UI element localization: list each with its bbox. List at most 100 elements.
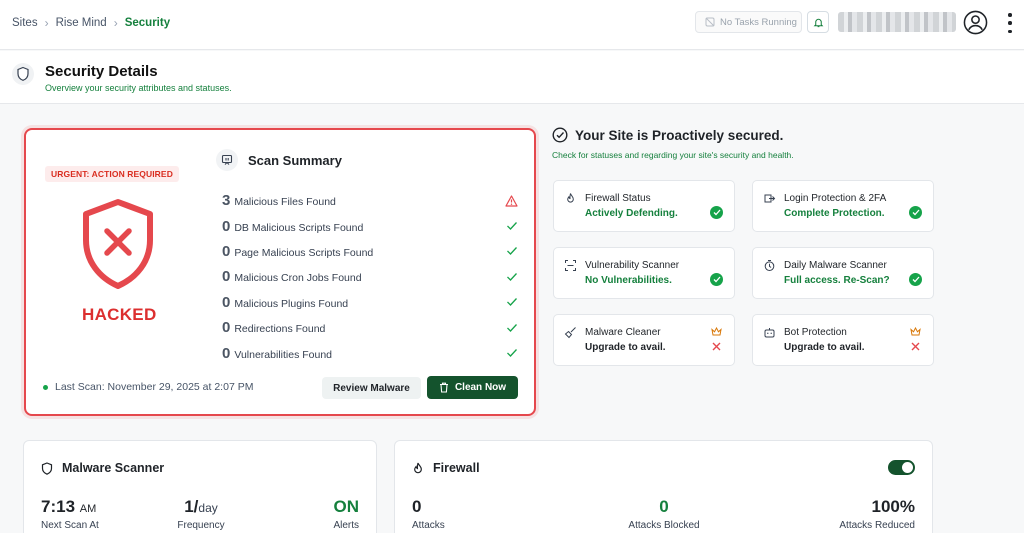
x-icon	[712, 342, 721, 351]
check-icon	[507, 247, 517, 256]
finding-label: Vulnerabilities Found	[234, 348, 333, 361]
finding-label: Malicious Cron Jobs Found	[234, 272, 362, 285]
login-icon	[764, 194, 776, 203]
tile-status: Upgrade to avail.	[784, 342, 865, 353]
tile-status: Complete Protection.	[784, 208, 885, 219]
user-avatar-icon[interactable]	[963, 10, 988, 35]
check-icon	[507, 272, 517, 281]
hacked-status: HACKED	[82, 305, 157, 324]
frequency-stat: 1/day Frequency	[174, 497, 228, 531]
findings-list: 3 Malicious Files Found 0 DB Malicious Scr…	[222, 188, 518, 366]
next-scan-ampm: AM	[79, 503, 97, 515]
status-ok-icon	[710, 273, 723, 286]
firewall-toggle[interactable]	[888, 460, 915, 475]
warning-icon	[505, 195, 518, 207]
notifications-button[interactable]	[807, 11, 829, 33]
broom-icon	[564, 327, 576, 339]
finding-count: 0	[222, 344, 231, 362]
check-icon	[507, 323, 517, 332]
firewall-header: Firewall	[412, 461, 480, 475]
check-icon	[507, 349, 517, 357]
tile-title: Login Protection & 2FA	[784, 193, 887, 204]
breadcrumb-current: Security	[124, 17, 171, 29]
tasks-label: No Tasks Running	[720, 16, 797, 28]
attacks-label: Attacks	[412, 520, 445, 531]
tile-title: Vulnerability Scanner	[585, 260, 680, 271]
finding-page-scripts: 0 Page Malicious Scripts Found	[222, 239, 518, 264]
malware-scanner-header: Malware Scanner	[41, 461, 164, 475]
finding-count: 0	[222, 268, 231, 286]
finding-label: DB Malicious Scripts Found	[234, 221, 364, 234]
breadcrumb-sites[interactable]: Sites	[12, 17, 38, 29]
clean-now-button[interactable]: Clean Now	[427, 376, 518, 399]
shield-icon	[41, 461, 53, 475]
malware-scanner-card: Malware Scanner 7:13 AM Next Scan At 1/d…	[23, 440, 377, 533]
proactive-title: Your Site is Proactively secured.	[575, 127, 784, 143]
attacks-blocked-value: 0	[659, 497, 669, 516]
tasks-icon	[705, 17, 715, 27]
finding-label: Page Malicious Scripts Found	[234, 246, 374, 259]
scan-icon	[565, 260, 576, 271]
hacked-shield-icon	[83, 199, 153, 289]
tile-vulnerability-scanner[interactable]: Vulnerability Scanner No Vulnerabilities…	[553, 247, 735, 299]
tile-status: Upgrade to avail.	[585, 342, 666, 353]
chevron-right-icon: ›	[44, 16, 49, 30]
summary-icon	[216, 149, 238, 171]
x-icon	[911, 342, 920, 351]
finding-count: 0	[222, 217, 231, 235]
tile-bot-protection[interactable]: Bot Protection Upgrade to avail.	[752, 314, 934, 366]
frequency-unit: day	[198, 501, 218, 515]
alerts-value: ON	[333, 497, 360, 516]
malware-scanner-title: Malware Scanner	[62, 461, 165, 475]
page-header: Security Details Overview your security …	[0, 51, 1024, 104]
last-scan-text: Last Scan: November 29, 2025 at 2:07 PM	[55, 381, 254, 393]
scan-summary-title: Scan Summary	[248, 152, 342, 168]
bot-icon	[764, 328, 775, 338]
proactive-title-row: Your Site is Proactively secured.	[552, 127, 783, 143]
status-ok-icon	[909, 206, 922, 219]
attacks-reduced-label: Attacks Reduced	[839, 520, 915, 531]
finding-label: Redirections Found	[234, 323, 326, 336]
tasks-indicator[interactable]: No Tasks Running	[695, 11, 802, 33]
flame-icon	[414, 462, 422, 473]
next-scan-stat: 7:13 AM Next Scan At	[41, 497, 99, 531]
finding-plugins: 0 Malicious Plugins Found	[222, 290, 518, 315]
crown-icon	[910, 327, 921, 336]
status-dot	[43, 384, 48, 390]
clean-now-label: Clean Now	[454, 382, 507, 393]
page-title: Security Details	[45, 63, 158, 80]
finding-count: 0	[222, 319, 231, 337]
flame-icon	[567, 193, 574, 203]
finding-label: Malicious Files Found	[234, 196, 336, 209]
firewall-title: Firewall	[433, 461, 480, 475]
page-subtitle: Overview your security attributes and st…	[45, 83, 232, 93]
tile-login-protection[interactable]: Login Protection & 2FA Complete Protecti…	[752, 180, 934, 232]
next-scan-label: Next Scan At	[41, 520, 99, 531]
finding-label: Malicious Plugins Found	[234, 297, 349, 310]
timer-icon	[764, 260, 775, 271]
attacks-reduced-stat: 100% Attacks Reduced	[839, 497, 915, 531]
scan-summary-card: URGENT: ACTION REQUIRED HACKED Scan Summ…	[24, 128, 536, 416]
review-malware-button[interactable]: Review Malware	[322, 377, 421, 399]
frequency-value: 1/	[184, 497, 199, 516]
tile-status: Full access. Re-Scan?	[784, 275, 890, 286]
breadcrumb-site[interactable]: Rise Mind	[56, 17, 107, 29]
tile-status: Actively Defending.	[585, 208, 678, 219]
tile-title: Bot Protection	[784, 327, 847, 338]
tile-daily-malware-scanner[interactable]: Daily Malware Scanner Full access. Re-Sc…	[752, 247, 934, 299]
tile-title: Daily Malware Scanner	[784, 260, 887, 271]
finding-count: 0	[222, 293, 231, 311]
chevron-right-icon: ›	[113, 16, 118, 30]
finding-db-scripts: 0 DB Malicious Scripts Found	[222, 213, 518, 238]
check-circle-icon	[552, 127, 568, 143]
tile-firewall-status[interactable]: Firewall Status Actively Defending.	[553, 180, 735, 232]
frequency-label: Frequency	[177, 520, 225, 531]
check-icon	[507, 222, 517, 231]
tile-malware-cleaner[interactable]: Malware Cleaner Upgrade to avail.	[553, 314, 735, 366]
more-menu-icon[interactable]	[1005, 13, 1015, 33]
attacks-blocked-stat: 0 Attacks Blocked	[614, 497, 714, 531]
finding-cron-jobs: 0 Malicious Cron Jobs Found	[222, 264, 518, 289]
attacks-blocked-label: Attacks Blocked	[628, 520, 700, 531]
tile-title: Firewall Status	[585, 193, 651, 204]
trash-icon	[439, 382, 448, 393]
